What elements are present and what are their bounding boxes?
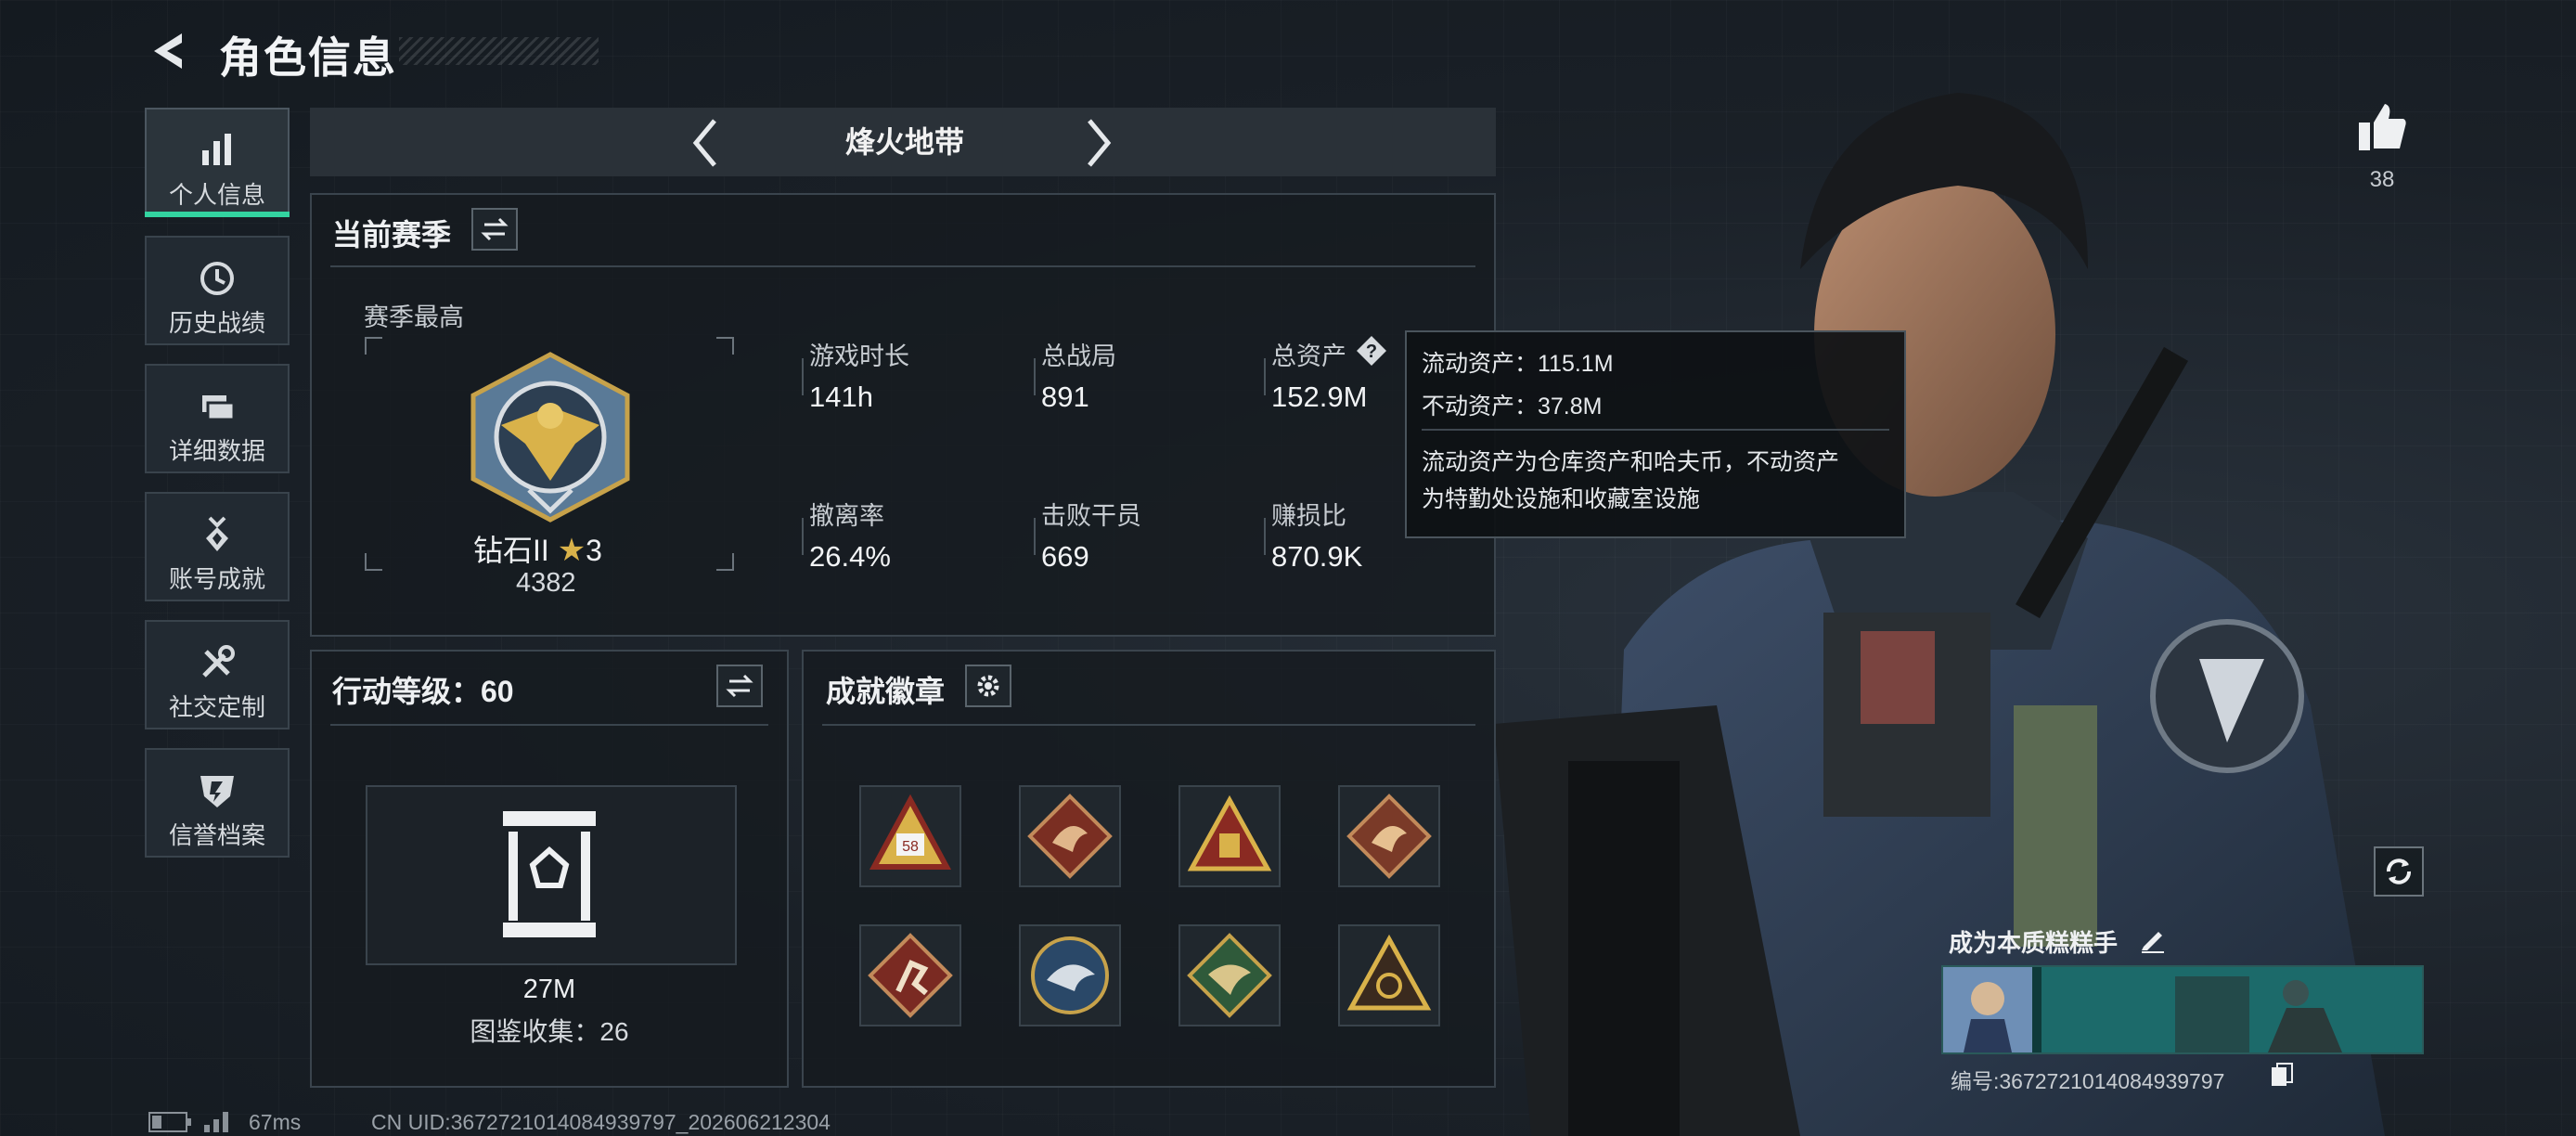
bar-chart-icon (202, 134, 231, 165)
collection-count: 图鉴收集：26 (470, 1017, 629, 1046)
action-level-title: 行动等级：60 (332, 675, 514, 708)
tooltip-desc: 为特勤处设施和收藏室设施 (1422, 486, 1701, 512)
svg-text:?: ? (1366, 342, 1377, 362)
stat-value: 26.4% (809, 540, 891, 573)
rank-name: 钻石II (473, 534, 549, 567)
divider (1264, 358, 1266, 395)
name-card-art (1943, 967, 2422, 1052)
star-icon: ★ (557, 533, 586, 568)
achievement-settings-button[interactable] (965, 665, 1011, 707)
sidebar-item-label: 历史战绩 (168, 309, 265, 337)
sidebar-item-label: 账号成就 (168, 565, 265, 593)
badge-dragon-brown[interactable] (1338, 785, 1440, 887)
help-icon[interactable]: ? (1355, 334, 1388, 368)
shield-icon (200, 776, 234, 807)
stat-value: 870.9K (1271, 540, 1363, 573)
medal-icon (206, 516, 228, 551)
stat-label: 游戏时长 (809, 342, 909, 370)
sidebar-item-label: 社交定制 (168, 693, 265, 721)
folder-icon (202, 395, 236, 421)
rank-emblem-icon (470, 352, 630, 523)
badge-eagle-blue[interactable] (1019, 924, 1121, 1026)
sidebar-item-achievements[interactable]: 账号成就 (145, 492, 290, 601)
gear-icon (977, 675, 999, 697)
rank-stars: 3 (586, 534, 602, 567)
stat-label: 总资产 (1271, 342, 1346, 370)
edit-pencil-icon[interactable] (2138, 924, 2168, 954)
mode-name: 烽火地带 (844, 125, 964, 159)
season-best-label: 赛季最高 (364, 303, 464, 331)
ping: 67ms (249, 1110, 302, 1134)
stat-value: 152.9M (1271, 381, 1368, 413)
tooltip-desc: 流动资产为仓库资产和哈夫币，不动资产 (1422, 449, 1840, 475)
badge-dragon-red[interactable] (1019, 785, 1121, 887)
stat-value: 141h (809, 381, 873, 413)
battery-icon (148, 1112, 191, 1132)
thumbs-up-icon[interactable] (2355, 100, 2409, 154)
rank-score: 4382 (516, 568, 576, 598)
divider (1422, 429, 1889, 431)
sidebar-item-detail-data[interactable]: 详细数据 (145, 364, 290, 473)
title-decoration (399, 37, 599, 65)
season-title: 当前赛季 (332, 218, 452, 252)
sidebar-item-history[interactable]: 历史战绩 (145, 236, 290, 345)
collection-cabinet-icon (503, 811, 596, 937)
badge-triangle-dark[interactable] (1338, 924, 1440, 1026)
card-title: 成为本质糕糕手 (1949, 929, 2119, 957)
sidebar-item-label: 详细数据 (168, 437, 265, 465)
action-level-switch-button[interactable] (716, 665, 763, 707)
divider (330, 265, 1475, 267)
divider (802, 358, 804, 395)
divider (330, 724, 768, 726)
stat-label: 击败干员 (1041, 502, 1141, 530)
badge-runner[interactable] (859, 924, 961, 1026)
stat-label: 总战局 (1041, 342, 1116, 370)
tooltip-fixed: 不动资产：37.8M (1422, 394, 1603, 420)
like-count: 38 (2369, 167, 2395, 192)
stat-label: 赚损比 (1271, 502, 1346, 530)
chevron-left-icon[interactable] (689, 115, 722, 171)
stat-label: 撤离率 (809, 502, 884, 530)
signal-icon (204, 1112, 228, 1132)
divider (802, 518, 804, 555)
clock-icon (200, 262, 234, 295)
divider (1034, 358, 1036, 395)
divider (1264, 518, 1266, 555)
sidebar-item-credit[interactable]: 信誉档案 (145, 748, 290, 858)
swap-icon (726, 674, 753, 698)
uid: CN UID:3672721014084939797_202606212304 (371, 1110, 831, 1134)
name-card-banner[interactable] (1941, 965, 2424, 1054)
divider (1034, 518, 1036, 555)
badge-triangle-gold[interactable] (1179, 785, 1281, 887)
asset-tooltip: 流动资产：115.1M 不动资产：37.8M 流动资产为仓库资产和哈夫币，不动资… (1405, 330, 1906, 538)
page-title: 角色信息 (219, 33, 397, 82)
rank-line: 钻石II ★3 (473, 527, 602, 570)
sidebar-item-label: 信誉档案 (168, 821, 265, 849)
action-level-value: 27M (522, 975, 576, 1004)
badge-bird-green[interactable] (1179, 924, 1281, 1026)
divider (822, 724, 1475, 726)
svg-text:58: 58 (902, 839, 919, 855)
badge-58[interactable]: 58 (859, 785, 961, 887)
copy-icon[interactable] (2270, 1062, 2294, 1088)
sidebar-item-social[interactable]: 社交定制 (145, 620, 290, 729)
tooltip-liquid: 流动资产：115.1M (1422, 351, 1614, 377)
stat-value: 669 (1041, 540, 1089, 573)
card-id: 编号:3672721014084939797 (1951, 1069, 2225, 1093)
back-arrow-icon[interactable] (147, 28, 193, 74)
chevron-right-icon[interactable] (1082, 115, 1115, 171)
stat-value: 891 (1041, 381, 1089, 413)
sidebar-item-personal-info[interactable]: 个人信息 (145, 108, 290, 217)
refresh-icon (2387, 858, 2411, 884)
season-switch-button[interactable] (471, 208, 518, 251)
swap-icon (481, 217, 509, 241)
achievement-title: 成就徽章 (826, 675, 946, 708)
refresh-button[interactable] (2374, 846, 2424, 897)
sidebar-item-label: 个人信息 (168, 181, 265, 209)
tools-icon (202, 645, 235, 678)
